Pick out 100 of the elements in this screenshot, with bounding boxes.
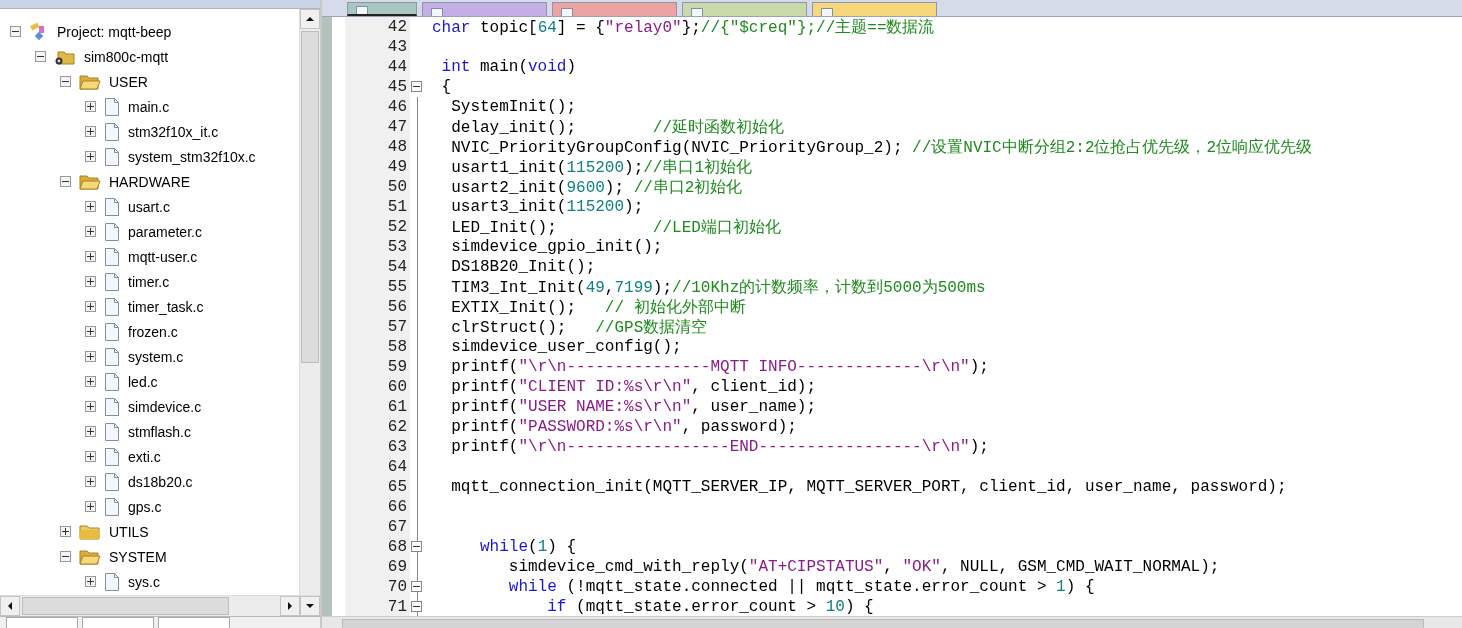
file-icon [104,247,120,266]
line-number: 69 [386,558,408,576]
tree-item[interactable]: ds18b20.c [126,473,195,490]
tree-item[interactable]: led.c [126,373,160,390]
file-tab[interactable] [347,2,417,16]
code-line: SystemInit(); [450,98,577,116]
line-number: 58 [386,338,408,356]
collapse-toggle[interactable] [10,26,21,37]
file-icon [104,572,120,591]
line-number: 64 [386,458,408,476]
code-line: clrStruct(); //GPS数据清空 [450,317,708,338]
collapse-toggle[interactable] [60,551,71,562]
line-number: 42 [386,18,408,36]
tree-item[interactable]: SYSTEM [107,548,169,565]
code-line: printf("USER NAME:%s\r\n", user_name); [450,398,817,416]
scroll-left-button[interactable] [0,596,20,616]
expand-toggle[interactable] [85,476,96,487]
scroll-down-button[interactable] [300,596,320,616]
tree-item[interactable]: stmflash.c [126,423,193,440]
expand-toggle[interactable] [85,451,96,462]
expand-toggle[interactable] [60,526,71,537]
file-icon [104,422,120,441]
file-icon [104,472,120,491]
file-icon [104,372,120,391]
tree-item[interactable]: simdevice.c [126,398,204,415]
tree-item[interactable]: gps.c [126,498,164,515]
expand-toggle[interactable] [85,201,96,212]
collapse-toggle[interactable] [411,541,422,552]
code-line: EXTIX_Init(); // 初始化外部中断 [450,297,746,318]
code-line: while (!mqtt_state.connected || mqtt_state.error_count > 1) { [507,578,1095,596]
expand-toggle[interactable] [85,126,96,137]
expand-toggle[interactable] [85,301,96,312]
collapse-toggle[interactable] [411,81,422,92]
line-number: 62 [386,418,408,436]
line-number: 51 [386,198,408,216]
file-icon [104,222,120,241]
tree-item[interactable]: HARDWARE [107,173,193,190]
code-line: char topic[64] = {"relay0"};//{"$creq"};//主题==数据流 [431,17,935,38]
tree-item[interactable]: sys.c [126,573,162,590]
scroll-thumb[interactable] [342,619,1424,628]
line-number: 57 [386,318,408,336]
tree-item[interactable]: system_stm32f10x.c [126,148,258,165]
horizontal-scrollbar[interactable] [322,616,1462,628]
scroll-thumb[interactable] [301,31,319,363]
collapse-toggle[interactable] [60,176,71,187]
expand-toggle[interactable] [85,226,96,237]
line-number: 55 [386,278,408,296]
expand-toggle[interactable] [85,576,96,587]
code-line: NVIC_PriorityGroupConfig(NVIC_PriorityGroup_2); //设置NVIC中断分组2:2位抢占优先级，2位响应优先级 [450,137,1313,158]
code-line: DS18B20_Init(); [450,258,596,276]
code-line: simdevice_cmd_with_reply("AT+CIPSTATUS", "OK", NULL, GSM_CMD_WAIT_NORMAL); [507,558,1220,576]
code-line: { [440,78,452,96]
tree-item[interactable]: timer.c [126,273,172,290]
up-arrow-icon [306,17,314,21]
code-line: simdevice_user_config(); [450,338,682,356]
expand-toggle[interactable] [85,326,96,337]
expand-toggle[interactable] [85,401,96,412]
line-number: 52 [386,218,408,236]
tree-item[interactable]: usart.c [126,198,172,215]
left-arrow-icon [8,602,12,610]
expand-toggle[interactable] [85,101,96,112]
line-number: 43 [386,38,408,56]
line-number: 49 [386,158,408,176]
collapse-toggle[interactable] [35,51,46,62]
line-number: 68 [386,538,408,556]
file-icon [104,347,120,366]
expand-toggle[interactable] [85,426,96,437]
collapse-toggle[interactable] [411,601,422,612]
tree-item[interactable]: main.c [126,98,172,115]
tree-item[interactable]: exti.c [126,448,163,465]
horizontal-scrollbar[interactable] [0,595,320,616]
line-number: 71 [386,598,408,616]
tree-item[interactable]: USER [107,73,150,90]
collapse-toggle[interactable] [411,581,422,592]
scroll-up-button[interactable] [300,9,320,29]
tree-item[interactable]: system.c [126,348,186,365]
tree-item[interactable]: Project: mqtt-beep [55,23,174,40]
expand-toggle[interactable] [85,276,96,287]
line-number: 67 [386,518,408,536]
tree-item[interactable]: UTILS [107,523,151,540]
collapse-toggle[interactable] [60,76,71,87]
code-line: TIM3_Int_Init(49,7199);//10Khz的计数频率，计数到5000为500ms [450,277,986,298]
scroll-right-button[interactable] [280,596,300,616]
expand-toggle[interactable] [85,351,96,362]
scroll-thumb[interactable] [22,597,229,615]
right-arrow-icon [288,602,292,610]
tree-item[interactable]: timer_task.c [126,298,206,315]
tree-item[interactable]: parameter.c [126,223,204,240]
tree-item[interactable]: frozen.c [126,323,180,340]
tree-item[interactable]: stm32f10x_it.c [126,123,221,140]
folder-icon [79,173,101,190]
vertical-scrollbar[interactable] [299,9,320,595]
expand-toggle[interactable] [85,251,96,262]
code-line: printf("PASSWORD:%s\r\n", password); [450,418,797,436]
expand-toggle[interactable] [85,501,96,512]
tree-item[interactable]: mqtt-user.c [126,248,200,265]
expand-toggle[interactable] [85,376,96,387]
code-line: printf("CLIENT ID:%s\r\n", client_id); [450,378,817,396]
expand-toggle[interactable] [85,151,96,162]
tree-item[interactable]: sim800c-mqtt [82,48,171,65]
